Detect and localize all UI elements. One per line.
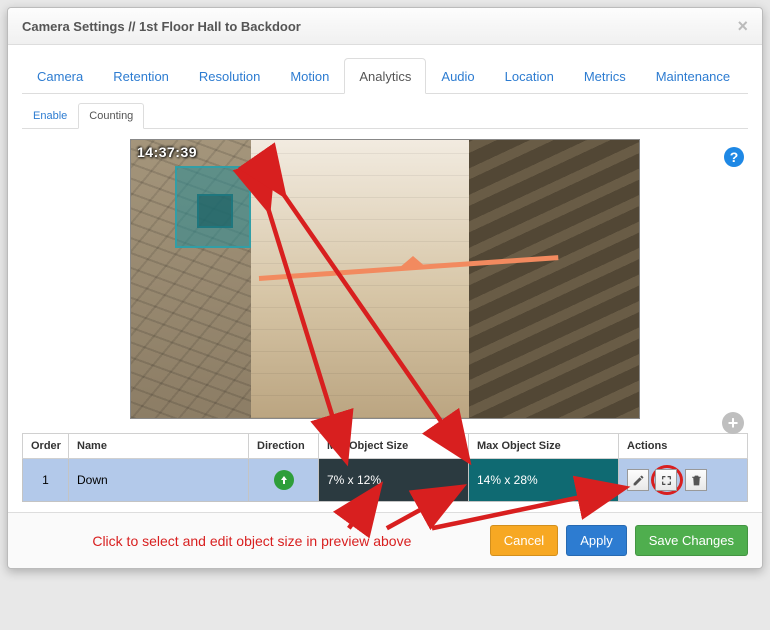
min-object-handle[interactable] [197,194,233,228]
primary-tabs: Camera Retention Resolution Motion Analy… [22,57,748,94]
tab-location[interactable]: Location [490,58,569,94]
col-max: Max Object Size [469,434,619,459]
table-header-row: Order Name Direction Min Object Size Max… [23,434,748,459]
edit-row-button[interactable] [627,469,649,491]
tab-motion[interactable]: Motion [275,58,344,94]
resize-highlight [651,465,683,495]
resize-object-button[interactable] [655,469,677,491]
col-direction: Direction [249,434,319,459]
delete-row-button[interactable] [685,469,707,491]
tab-camera[interactable]: Camera [22,58,98,94]
cell-max-size[interactable]: 14% x 28% [469,459,619,502]
cell-name: Down [69,459,249,502]
cell-direction [249,459,319,502]
cell-actions [619,459,748,502]
apply-button[interactable]: Apply [566,525,627,556]
table-row[interactable]: 1 Down 7% x 12% 14% x 28% [23,459,748,502]
preview-scene-railing [469,140,639,418]
dialog-title: Camera Settings // 1st Floor Hall to Bac… [22,19,301,34]
tab-retention[interactable]: Retention [98,58,184,94]
help-icon[interactable]: ? [724,147,744,167]
camera-preview[interactable]: 14:37:39 [130,139,640,419]
col-order: Order [23,434,69,459]
counting-direction-arrow-icon [399,256,427,268]
add-row-button[interactable]: + [722,412,744,434]
analytics-subtabs: Enable Counting [22,102,748,129]
cell-min-size[interactable]: 7% x 12% [319,459,469,502]
cancel-button[interactable]: Cancel [490,525,558,556]
tab-analytics[interactable]: Analytics [344,58,426,94]
dialog-header: Camera Settings // 1st Floor Hall to Bac… [8,8,762,45]
expand-icon [660,474,673,487]
col-min: Min Object Size [319,434,469,459]
save-button[interactable]: Save Changes [635,525,748,556]
col-name: Name [69,434,249,459]
pencil-icon [632,474,645,487]
cell-order: 1 [23,459,69,502]
preview-timestamp: 14:37:39 [137,144,197,160]
close-icon[interactable]: × [737,17,748,35]
dialog-body: Camera Retention Resolution Motion Analy… [8,45,762,512]
trash-icon [690,474,703,487]
tab-audio[interactable]: Audio [426,58,489,94]
col-actions: Actions [619,434,748,459]
subtab-enable[interactable]: Enable [22,103,78,129]
instruction-caption: Click to select and edit object size in … [22,533,482,549]
arrow-up-circle-icon [274,470,294,490]
subtab-counting[interactable]: Counting [78,103,144,129]
dialog-footer: Click to select and edit object size in … [8,512,762,568]
tab-maintenance[interactable]: Maintenance [641,58,745,94]
counting-table: Order Name Direction Min Object Size Max… [22,433,748,502]
tab-resolution[interactable]: Resolution [184,58,275,94]
camera-settings-dialog: Camera Settings // 1st Floor Hall to Bac… [7,7,763,569]
tab-metrics[interactable]: Metrics [569,58,641,94]
